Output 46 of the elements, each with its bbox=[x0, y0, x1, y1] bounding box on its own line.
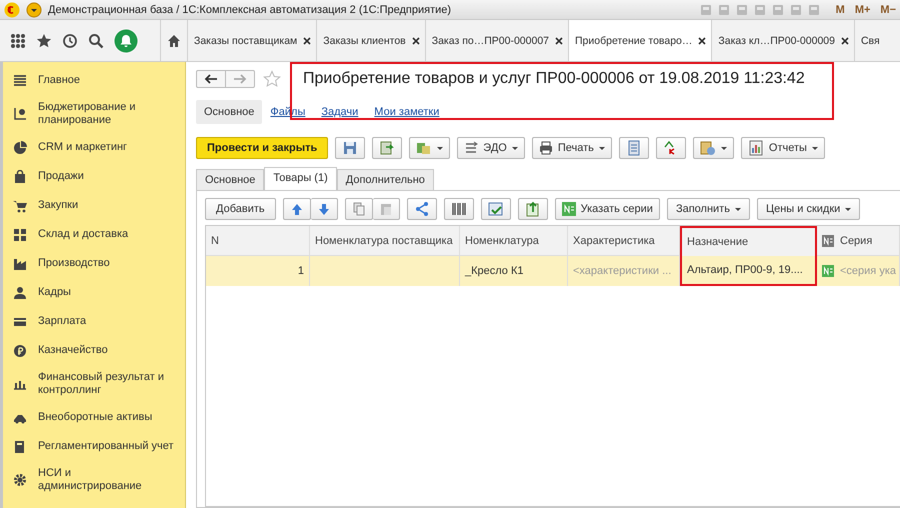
sidebar-item[interactable]: НСИ и администрирование bbox=[38, 467, 175, 493]
column-header[interactable]: Номенклатура bbox=[460, 226, 568, 256]
table-cell: _Кресло К1 bbox=[460, 256, 568, 286]
specify-series-button[interactable]: Указать серии bbox=[554, 198, 660, 220]
sidebar-item[interactable]: Главное bbox=[38, 74, 80, 87]
table-cell: Альтаир, ПР00-9, 19.... bbox=[680, 256, 817, 286]
form-tab[interactable]: Товары (1) bbox=[264, 167, 337, 190]
table-cell: 1 bbox=[206, 256, 310, 286]
sidebar-item[interactable]: Регламентированный учет bbox=[38, 440, 174, 453]
memory-button[interactable]: M bbox=[836, 4, 845, 16]
sidebar-item[interactable]: Финансовый результат и контроллинг bbox=[38, 371, 175, 397]
menu-button[interactable]: Печать bbox=[532, 137, 612, 159]
form-tab[interactable]: Основное bbox=[196, 169, 264, 190]
post-and-close-button[interactable]: Провести и закрыть bbox=[196, 137, 328, 159]
menu-button[interactable]: Заполнить bbox=[666, 198, 750, 220]
sidebar-item[interactable]: Бюджетирование и планирование bbox=[38, 101, 175, 127]
window-title: Демонстрационная база / 1С:Комплексная автоматизация 2 (1С:Предприятие) bbox=[48, 4, 452, 16]
document-title: Приобретение товаров и услуг ПР00-000006 от 19.08.2019 11:23:42 bbox=[303, 70, 805, 88]
column-header[interactable]: Назначение bbox=[680, 226, 817, 256]
column-header[interactable]: N bbox=[206, 226, 310, 256]
form-link[interactable]: Мои заметки bbox=[366, 100, 448, 124]
memory-button[interactable]: M+ bbox=[854, 4, 870, 16]
document-tab[interactable]: Приобретение товаро… bbox=[568, 20, 712, 61]
sidebar-item[interactable]: Производство bbox=[38, 257, 110, 270]
sidebar-item[interactable]: Склад и доставка bbox=[38, 228, 128, 241]
sidebar-item[interactable]: Зарплата bbox=[38, 315, 86, 328]
menu-button[interactable]: ЭДО bbox=[457, 137, 525, 159]
table-cell: <серия ука bbox=[817, 256, 900, 286]
column-header[interactable]: Характеристика bbox=[568, 226, 680, 256]
memory-button[interactable]: M− bbox=[880, 4, 896, 16]
form-tab[interactable]: Дополнительно bbox=[336, 169, 434, 190]
menu-button[interactable]: Отчеты bbox=[740, 137, 825, 159]
sidebar-item[interactable]: Закупки bbox=[38, 199, 78, 212]
table-cell: <характеристики ... bbox=[568, 256, 680, 286]
column-header[interactable]: Номенклатура поставщика bbox=[310, 226, 460, 256]
sidebar-item[interactable]: Казначейство bbox=[38, 344, 108, 357]
sidebar-item[interactable]: Кадры bbox=[38, 286, 71, 299]
column-header[interactable]: Серия bbox=[817, 226, 900, 256]
form-link[interactable]: Основное bbox=[196, 100, 262, 124]
add-button[interactable]: Добавить bbox=[205, 198, 276, 220]
sidebar-item[interactable]: Внеоборотные активы bbox=[38, 411, 152, 424]
sidebar-item[interactable]: CRM и маркетинг bbox=[38, 141, 128, 154]
document-tab[interactable]: Заказы поставщикам bbox=[187, 20, 316, 61]
sidebar-item[interactable]: Продажи bbox=[38, 170, 84, 183]
form-link[interactable]: Задачи bbox=[313, 100, 366, 124]
menu-button[interactable]: Цены и скидки bbox=[756, 198, 860, 220]
